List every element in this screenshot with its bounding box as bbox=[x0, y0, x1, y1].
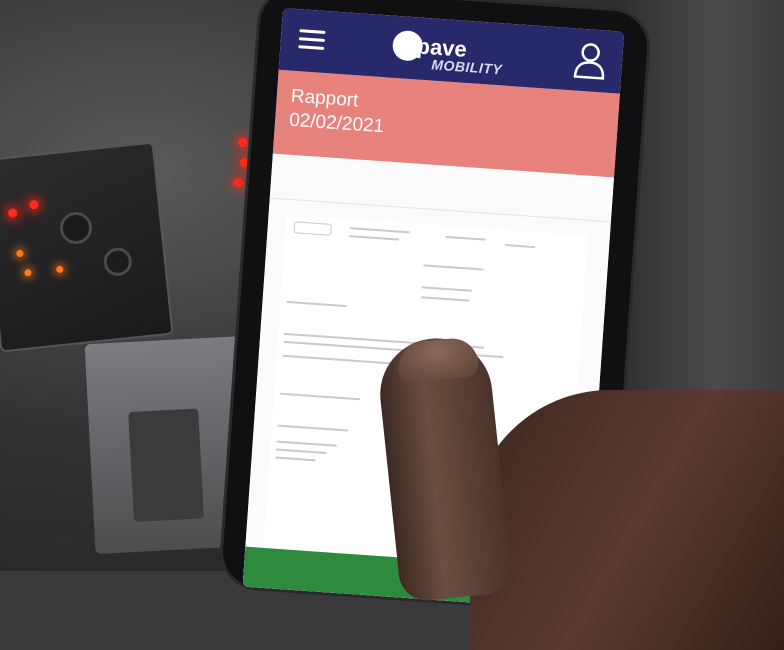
control-panel bbox=[0, 141, 174, 353]
document-text-line bbox=[423, 264, 484, 271]
document-text-line bbox=[504, 244, 536, 249]
warning-light bbox=[7, 208, 18, 218]
document-text-line bbox=[349, 235, 400, 241]
hand bbox=[374, 300, 784, 650]
indicator-light bbox=[55, 265, 64, 274]
warning-light bbox=[238, 138, 247, 147]
brand-logo: pave MOBILITY bbox=[391, 26, 514, 78]
warning-light bbox=[234, 178, 243, 187]
warning-light bbox=[28, 199, 39, 210]
indicator-light bbox=[16, 249, 24, 258]
menu-icon[interactable] bbox=[298, 29, 326, 51]
warning-light bbox=[240, 158, 249, 167]
document-text-line bbox=[275, 456, 316, 462]
document-text-line bbox=[276, 440, 337, 447]
document-text-line bbox=[421, 286, 472, 292]
fingertip bbox=[396, 335, 480, 385]
palm bbox=[470, 390, 784, 650]
indicator-light bbox=[24, 268, 32, 277]
user-icon[interactable] bbox=[573, 40, 608, 80]
logo-subtitle: MOBILITY bbox=[430, 56, 503, 78]
document-text-line bbox=[277, 424, 348, 432]
document-text-line bbox=[276, 448, 327, 455]
document-text-line bbox=[286, 300, 347, 308]
document-logo bbox=[293, 221, 333, 236]
document-text-line bbox=[349, 227, 410, 234]
bracket-slot bbox=[128, 408, 204, 522]
panel-knob bbox=[102, 246, 134, 278]
document-text-line bbox=[280, 392, 360, 401]
document-text-line bbox=[445, 235, 486, 241]
panel-knob bbox=[58, 210, 94, 246]
